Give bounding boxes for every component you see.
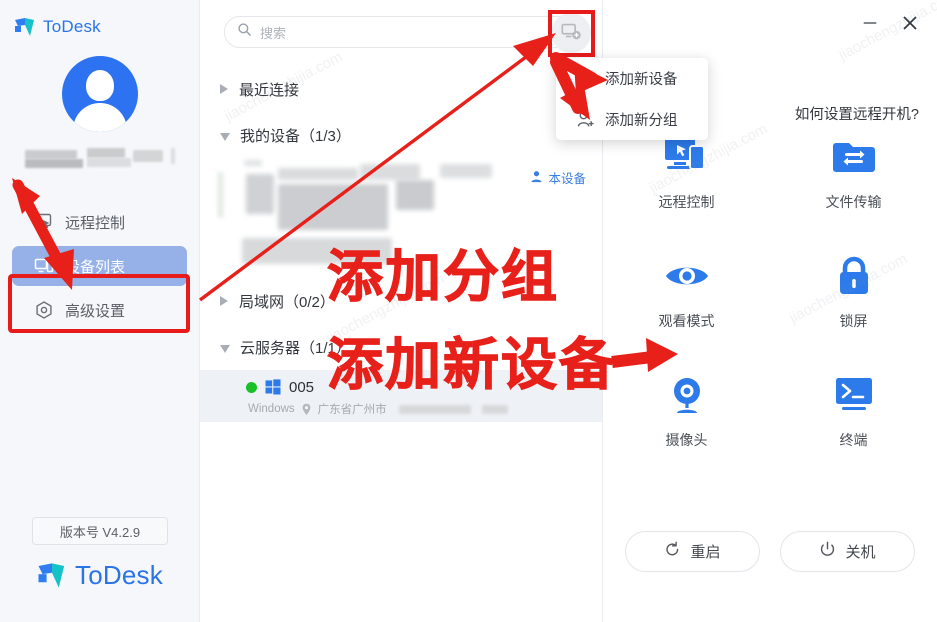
add-device-button[interactable] [551,13,591,53]
watch-mode-eye-icon [663,254,711,298]
action-terminal[interactable]: 终端 [770,373,937,450]
device-os: Windows [248,403,295,415]
this-device-label: 本设备 [548,172,586,186]
lock-screen-icon [830,254,878,298]
version-badge: 版本号 V4.2.9 [32,517,168,545]
power-off-icon [819,541,836,562]
minimize-button[interactable] [857,10,883,36]
terminal-icon [830,373,878,417]
todesk-logo-icon [14,17,36,37]
add-device-menu-icon [576,69,595,88]
app-logo-text: ToDesk [43,17,101,36]
chevron-down-icon [220,132,230,141]
avatar-wrap[interactable] [0,56,199,132]
action-label: 观看模式 [658,313,715,329]
app-logo: ToDesk [0,0,199,42]
search-bar: 搜索 [200,0,602,48]
shutdown-label: 关机 [845,544,876,561]
search-input[interactable]: 搜索 [224,16,578,48]
action-remote-control[interactable]: 远程控制 [603,135,770,212]
device-group-list: 最近连接 我的设备（1/3） 本设备 局域网（0/2） 云服务器（1/1） 00… [200,66,602,422]
action-watch-mode[interactable]: 观看模式 [603,254,770,331]
search-icon [237,22,252,42]
todesk-footer-logo-icon [37,562,67,589]
action-file-transfer[interactable]: 文件传输 [770,135,937,212]
sidebar-item-device-list[interactable]: 设备列表 [12,246,187,286]
group-label: 我的设备（1/3） [240,127,351,145]
location-pin-icon [301,403,312,416]
table-row[interactable]: 005 Windows 广东省广州市 [200,370,602,422]
avatar-body [72,103,127,132]
chevron-right-icon [220,84,229,94]
menu-item-label: 添加新设备 [605,72,678,88]
search-placeholder: 搜索 [260,25,287,41]
this-device-badge: 本设备 [530,168,586,187]
windows-icon [265,379,281,395]
chevron-down-icon [220,344,230,353]
action-label: 锁屏 [839,313,868,329]
menu-item-add-group[interactable]: 添加新分组 [556,99,708,140]
avatar[interactable] [61,56,138,132]
chevron-right-icon [220,296,229,306]
sidebar-item-advanced-settings[interactable]: 高级设置 [12,290,187,330]
restart-label: 重启 [690,544,721,561]
action-grid: 远程控制 文件传输 观看模式 锁屏 摄像头 终端 [603,135,937,450]
close-button[interactable] [897,10,923,36]
how-to-remote-boot-link[interactable]: 如何设置远程开机? [795,103,919,124]
device-list-icon [34,256,54,276]
sidebar-item-remote-control[interactable]: 远程控制 [12,202,187,242]
todesk-window: ToDesk 远程控制 设备列表 高级设置 版本号 V4.2.9 ToDesk … [0,0,937,622]
window-controls [857,10,923,36]
file-transfer-icon [830,135,878,179]
action-webcam[interactable]: 摄像头 [603,373,770,450]
group-label: 局域网（0/2） [239,293,335,311]
add-dropdown-menu: 添加新设备 添加新分组 [556,58,708,140]
device-row-blurred[interactable]: 本设备 [200,158,602,278]
group-header-lan[interactable]: 局域网（0/2） [200,278,602,324]
power-buttons: 重启 关机 [603,531,937,572]
device-list-column: 搜索 最近连接 我的设备（1/3） 本设备 局域网（0/2） 云服务器（1/1）… [200,0,603,622]
restart-icon [664,541,681,562]
action-label: 摄像头 [665,432,708,448]
username-blurred [24,146,175,168]
webcam-icon [663,373,711,417]
action-label: 远程控制 [658,194,715,210]
menu-item-label: 添加新分组 [605,113,678,129]
sidebar-item-label: 高级设置 [65,302,126,320]
restart-button[interactable]: 重启 [625,531,760,572]
avatar-head [85,70,114,101]
shutdown-button[interactable]: 关机 [780,531,915,572]
group-header-recent[interactable]: 最近连接 [200,66,602,112]
remote-control-icon [34,212,54,232]
sidebar-item-label: 远程控制 [65,214,126,232]
advanced-settings-icon [34,300,54,320]
action-label: 终端 [839,432,868,448]
status-online-dot [246,381,257,393]
add-group-menu-icon [576,110,595,129]
sidebar-footer-logo: ToDesk [0,560,200,591]
sidebar-item-label: 设备列表 [65,258,126,276]
device-row-primary: 005 [246,376,586,398]
menu-item-add-device[interactable]: 添加新设备 [556,58,708,99]
remote-control-action-icon [663,135,711,179]
group-header-my-devices[interactable]: 我的设备（1/3） [200,112,602,158]
sidebar-nav: 远程控制 设备列表 高级设置 [0,202,199,330]
group-label: 最近连接 [239,81,300,99]
device-name: 005 [289,378,315,396]
action-lock-screen[interactable]: 锁屏 [770,254,937,331]
sidebar-footer-logo-text: ToDesk [75,560,163,590]
sidebar: ToDesk 远程控制 设备列表 高级设置 版本号 V4.2.9 ToDesk [0,0,200,622]
device-row-secondary: Windows 广东省广州市 [246,401,586,417]
group-header-cloud-server[interactable]: 云服务器（1/1） [200,324,602,370]
person-icon [530,170,543,186]
add-device-icon [560,20,582,47]
device-location: 广东省广州市 [317,404,387,416]
group-label: 云服务器（1/1） [240,339,351,357]
action-label: 文件传输 [825,194,882,210]
